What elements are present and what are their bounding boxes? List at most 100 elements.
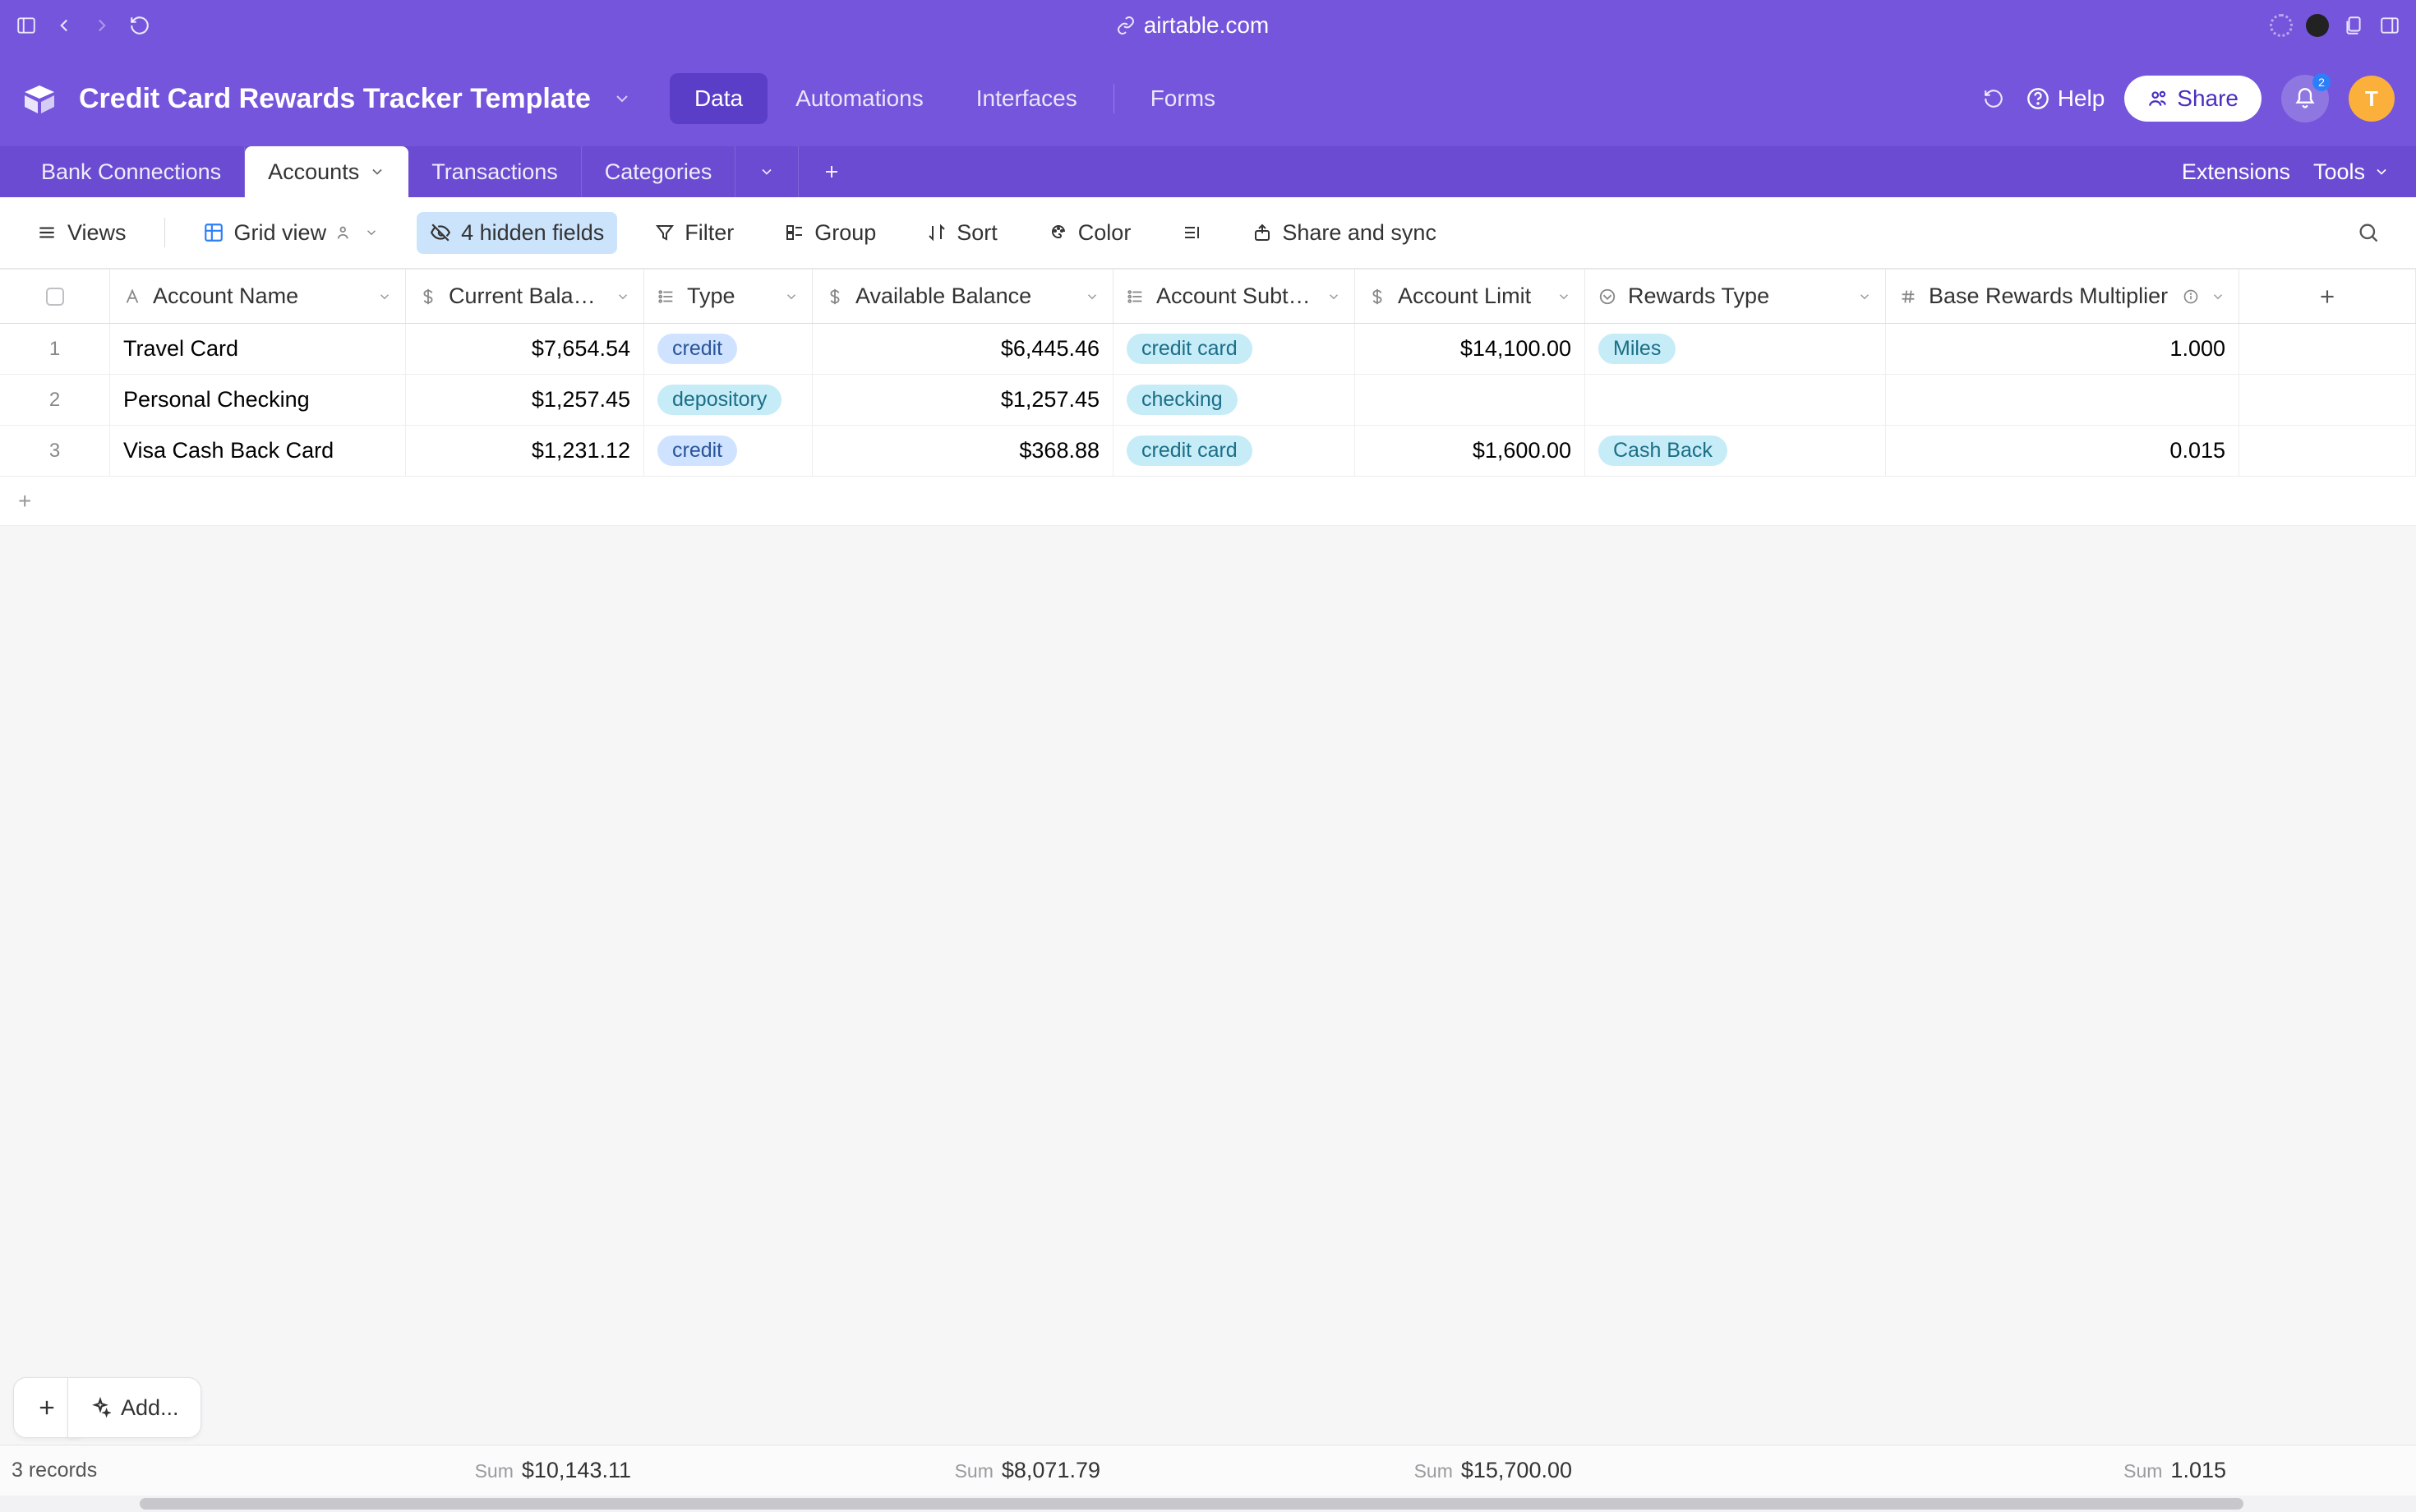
table-tabs: Bank Connections Accounts Transactions C… (0, 146, 2416, 197)
nav-tab-data[interactable]: Data (670, 73, 768, 124)
cell-account-subtype[interactable]: credit card (1113, 324, 1355, 374)
table-row[interactable]: 1 Travel Card $7,654.54 credit $6,445.46… (0, 324, 2416, 375)
table-tab-more[interactable] (735, 146, 799, 197)
tabs-icon[interactable] (2377, 12, 2403, 39)
scrollbar-thumb[interactable] (140, 1498, 2243, 1510)
history-icon[interactable] (1980, 85, 2007, 112)
chevron-down-icon (2373, 164, 2390, 180)
sidebar-toggle-icon[interactable] (13, 12, 39, 39)
summary-account-limit[interactable]: Sum $15,700.00 (1355, 1458, 1585, 1483)
add-menu-button[interactable]: Add... (67, 1377, 201, 1438)
cell-type[interactable]: credit (644, 324, 813, 374)
table-row[interactable]: 2 Personal Checking $1,257.45 depository… (0, 375, 2416, 426)
cell-current-balance[interactable]: $1,231.12 (406, 426, 644, 476)
cell-current-balance[interactable]: $7,654.54 (406, 324, 644, 374)
cell-account-limit[interactable]: $14,100.00 (1355, 324, 1585, 374)
cell-account-subtype[interactable]: credit card (1113, 426, 1355, 476)
extension-icon-3[interactable] (2304, 12, 2331, 39)
reload-icon[interactable] (127, 12, 153, 39)
row-number[interactable]: 1 (0, 324, 110, 374)
base-title[interactable]: Credit Card Rewards Tracker Template (79, 83, 591, 115)
url-bar[interactable]: airtable.com (164, 12, 2220, 39)
user-avatar[interactable]: T (2349, 76, 2395, 122)
cell-type[interactable]: credit (644, 426, 813, 476)
column-header-account-name[interactable]: Account Name (110, 270, 406, 323)
row-number[interactable]: 2 (0, 375, 110, 425)
search-button[interactable] (2344, 213, 2393, 252)
share-button[interactable]: Share (2124, 76, 2262, 122)
group-button[interactable]: Group (772, 212, 889, 254)
cell-rewards-type[interactable] (1585, 375, 1886, 425)
cell-rewards-type[interactable]: Miles (1585, 324, 1886, 374)
share-sync-button[interactable]: Share and sync (1239, 212, 1450, 254)
cell-base-multiplier[interactable] (1886, 375, 2239, 425)
cell-account-limit[interactable] (1355, 375, 1585, 425)
cell-account-name[interactable]: Personal Checking (110, 375, 406, 425)
add-column-button[interactable] (2239, 270, 2416, 323)
row-height-button[interactable] (1169, 214, 1215, 251)
table-tab-transactions[interactable]: Transactions (408, 146, 582, 197)
base-logo-icon[interactable] (21, 81, 58, 117)
add-table-button[interactable] (799, 146, 865, 197)
paint-icon (1049, 223, 1068, 242)
cell-account-name[interactable]: Visa Cash Back Card (110, 426, 406, 476)
horizontal-scrollbar[interactable] (0, 1496, 2416, 1512)
summary-multiplier[interactable]: Sum 1.015 (1886, 1458, 2239, 1483)
copy-url-icon[interactable] (2340, 12, 2367, 39)
cell-base-multiplier[interactable]: 0.015 (1886, 426, 2239, 476)
table-tab-categories[interactable]: Categories (582, 146, 736, 197)
nav-tab-automations[interactable]: Automations (771, 73, 948, 124)
back-icon[interactable] (51, 12, 77, 39)
select-all-cell[interactable] (0, 270, 110, 323)
notifications-button[interactable]: 2 (2281, 75, 2329, 122)
cell-available-balance[interactable]: $368.88 (813, 426, 1113, 476)
column-label: Rewards Type (1628, 284, 1846, 309)
cell-account-name[interactable]: Travel Card (110, 324, 406, 374)
chevron-down-icon (377, 289, 392, 304)
summary-available-balance[interactable]: Sum $8,071.79 (813, 1458, 1113, 1483)
cell-available-balance[interactable]: $1,257.45 (813, 375, 1113, 425)
column-header-rewards-type[interactable]: Rewards Type (1585, 270, 1886, 323)
summary-current-balance[interactable]: Sum $10,143.11 (406, 1458, 644, 1483)
table-tab-bank-connections[interactable]: Bank Connections (18, 146, 245, 197)
sort-button[interactable]: Sort (914, 212, 1011, 254)
filter-button[interactable]: Filter (642, 212, 747, 254)
hidden-fields-button[interactable]: 4 hidden fields (417, 212, 617, 254)
nav-tab-forms[interactable]: Forms (1126, 73, 1240, 124)
cell-available-balance[interactable]: $6,445.46 (813, 324, 1113, 374)
cell-type[interactable]: depository (644, 375, 813, 425)
column-header-account-subtype[interactable]: Account Subty… (1113, 270, 1355, 323)
notification-badge: 2 (2312, 73, 2331, 91)
share-icon (1252, 223, 1272, 242)
cell-base-multiplier[interactable]: 1.000 (1886, 324, 2239, 374)
table-row[interactable]: 3 Visa Cash Back Card $1,231.12 credit $… (0, 426, 2416, 477)
forward-icon[interactable] (89, 12, 115, 39)
plus-icon (822, 162, 841, 182)
column-header-type[interactable]: Type (644, 270, 813, 323)
add-row-button[interactable]: + (0, 477, 2416, 526)
extension-icon-2[interactable] (2268, 12, 2294, 39)
base-title-caret-icon[interactable] (612, 89, 632, 108)
column-header-available-balance[interactable]: Available Balance (813, 270, 1113, 323)
column-header-account-limit[interactable]: Account Limit (1355, 270, 1585, 323)
views-button[interactable]: Views (23, 212, 140, 254)
table-tab-accounts[interactable]: Accounts (245, 146, 408, 197)
extension-icon-1[interactable] (2232, 12, 2258, 39)
grid-view-button[interactable]: Grid view (190, 212, 393, 254)
column-label: Account Limit (1398, 284, 1545, 309)
cell-rewards-type[interactable]: Cash Back (1585, 426, 1886, 476)
column-header-current-balance[interactable]: Current Balan… (406, 270, 644, 323)
tools-button[interactable]: Tools (2313, 159, 2390, 185)
cell-account-limit[interactable]: $1,600.00 (1355, 426, 1585, 476)
cell-current-balance[interactable]: $1,257.45 (406, 375, 644, 425)
nav-tab-interfaces[interactable]: Interfaces (952, 73, 1102, 124)
browser-chrome: airtable.com (0, 0, 2416, 51)
extensions-button[interactable]: Extensions (2182, 159, 2290, 185)
cell-account-subtype[interactable]: checking (1113, 375, 1355, 425)
plus-icon: + (18, 488, 31, 514)
color-button[interactable]: Color (1035, 212, 1145, 254)
column-header-base-multiplier[interactable]: Base Rewards Multiplier (1886, 270, 2239, 323)
row-number[interactable]: 3 (0, 426, 110, 476)
help-button[interactable]: Help (2026, 85, 2105, 112)
tag-pill: credit (657, 334, 737, 364)
